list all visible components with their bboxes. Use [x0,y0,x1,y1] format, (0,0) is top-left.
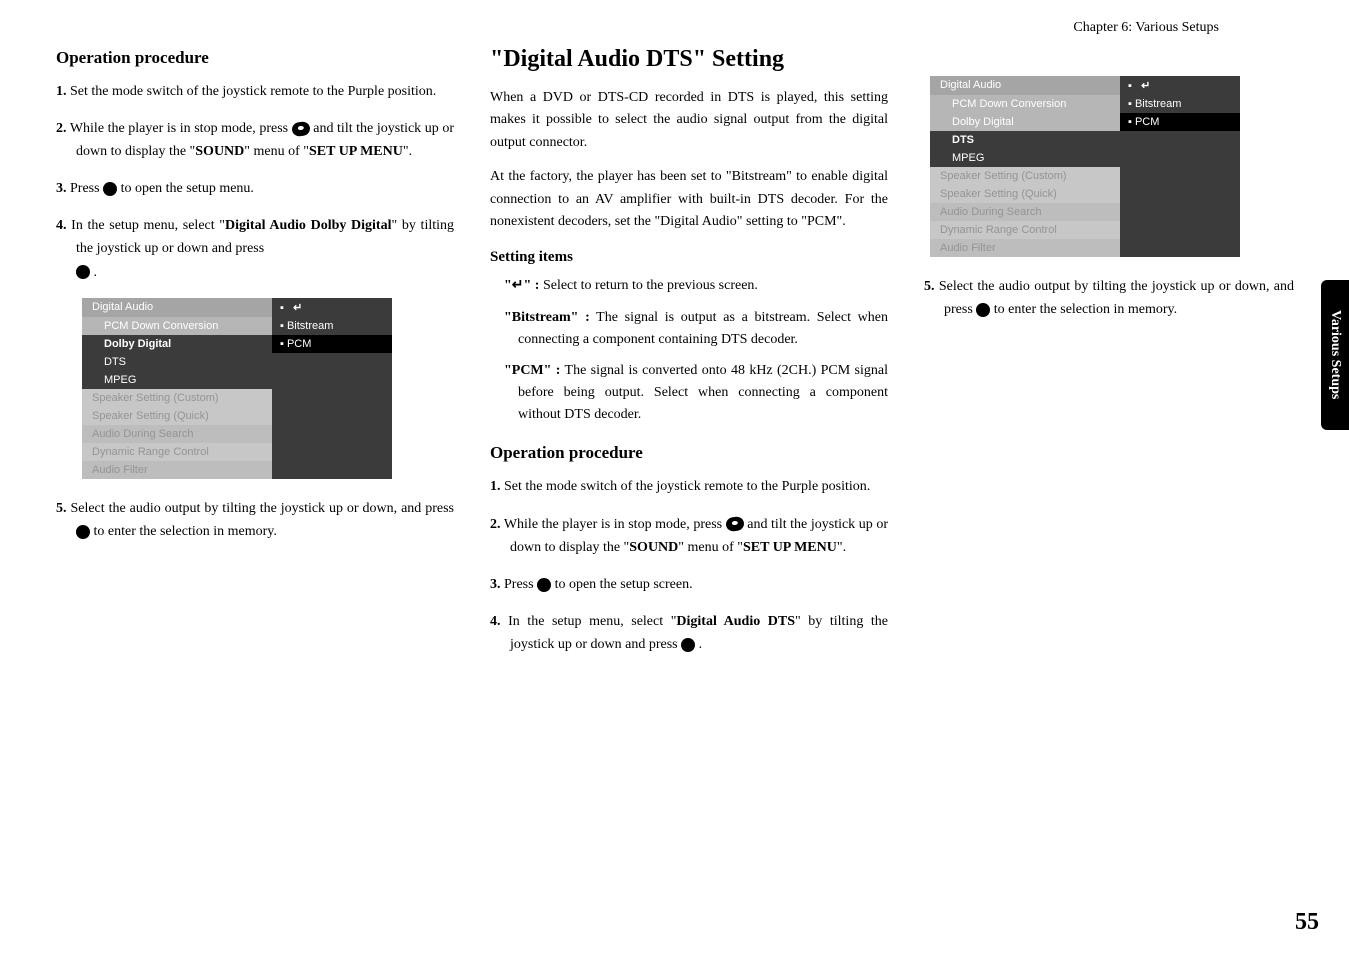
setting-item-bitstream: "Bitstream" : The signal is output as a … [490,307,888,350]
dot-icon [681,638,695,652]
disc-icon [725,516,745,532]
disc-icon [291,121,311,137]
dot-icon [76,265,90,279]
side-tab: Various Setups [1321,280,1349,430]
step-5b: 5. Select the audio output by tilting th… [924,275,1294,321]
heading-setting-items: Setting items [490,249,888,266]
step-2b: 2. While the player is in stop mode, pre… [490,513,888,559]
intro-paragraph-1: When a DVD or DTS-CD recorded in DTS is … [490,87,888,154]
dot-icon [976,303,990,317]
step-4b: 4. In the setup menu, select "Digital Au… [490,610,888,656]
dot-icon [76,525,90,539]
setting-item-return: "↵" : Select to return to the previous s… [490,274,888,297]
setup-menu-preview-2: Digital Audio▪ ↵ PCM Down ConversionBits… [930,76,1240,257]
heading-operation-procedure: Operation procedure [56,48,454,68]
step-3b: 3. Press to open the setup screen. [490,573,888,596]
step-2: 2. While the player is in stop mode, pre… [56,117,454,163]
heading-operation-procedure-2: Operation procedure [490,443,888,463]
step-1b: 1. Set the mode switch of the joystick r… [490,475,888,498]
step-3: 3. Press to open the setup menu. [56,177,454,200]
dot-icon [103,182,117,196]
heading-digital-audio-dts: "Digital Audio DTS" Setting [490,46,888,73]
column-2: "Digital Audio DTS" Setting When a DVD o… [490,28,888,670]
page-number: 55 [1295,909,1319,936]
chapter-label: Chapter 6: Various Setups [1073,20,1219,36]
step-4: 4. In the setup menu, select "Digital Au… [56,214,454,283]
setup-menu-preview: Digital Audio▪ ↵ PCM Down ConversionBits… [82,298,392,479]
column-3: Digital Audio▪ ↵ PCM Down ConversionBits… [924,28,1294,670]
intro-paragraph-2: At the factory, the player has been set … [490,166,888,233]
step-5: 5. Select the audio output by tilting th… [56,497,454,543]
column-1: Operation procedure 1. Set the mode swit… [56,28,454,670]
dot-icon [537,578,551,592]
step-1: 1. Set the mode switch of the joystick r… [56,80,454,103]
setting-item-pcm: "PCM" : The signal is converted onto 48 … [490,360,888,425]
